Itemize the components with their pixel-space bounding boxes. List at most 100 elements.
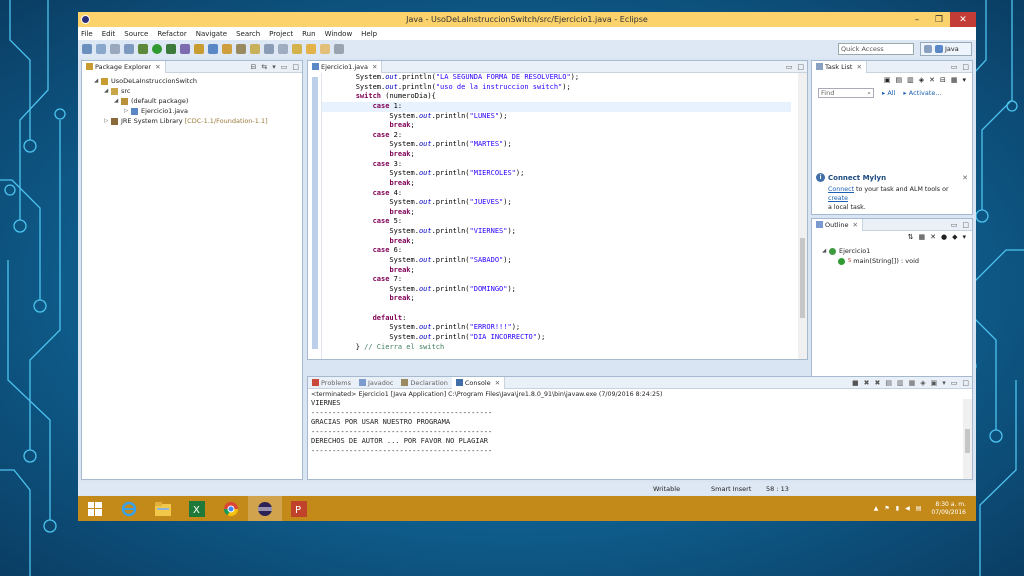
tab-problems[interactable]: Problems [308,377,355,389]
volume-icon[interactable]: ◀ [905,505,910,512]
new-task-icon[interactable]: ▣ [884,76,891,84]
maximize-icon[interactable]: □ [797,63,804,71]
scroll-lock-icon[interactable]: ▥ [897,379,904,387]
flag-icon[interactable]: ⚑ [884,505,889,512]
close-icon[interactable]: ✕ [856,63,861,71]
new-package-icon[interactable] [194,44,204,54]
console-output[interactable]: VIERNES ---------------------------------… [308,399,972,456]
keyboard-icon[interactable]: ▤ [916,505,922,512]
collapse-all-icon[interactable]: ⊟ [940,76,946,84]
tree-item[interactable]: ▷ Ejercicio1.java [84,106,300,116]
remove-launch-icon[interactable]: ✖ [864,379,870,387]
word-wrap-icon[interactable]: ▦ [909,379,916,387]
maximize-icon[interactable]: □ [962,221,969,229]
hide-nonpublic-icon[interactable]: ● [941,233,947,241]
chrome-button[interactable] [214,496,248,521]
close-icon[interactable]: ✕ [155,63,160,71]
console-scroll-thumb[interactable] [965,429,970,453]
minimize-icon[interactable]: ▭ [951,379,958,387]
view-menu-icon[interactable]: ▾ [962,233,966,241]
menu-file[interactable]: File [81,30,93,38]
sort-icon[interactable]: ⇅ [908,233,914,241]
close-icon[interactable]: ✕ [962,174,968,182]
menu-run[interactable]: Run [302,30,315,38]
hide-fields-icon[interactable]: ▦ [918,233,925,241]
all-filter-link[interactable]: ▸ All [882,89,895,97]
open-perspective-icon[interactable] [924,45,932,53]
toggle-mark-icon[interactable] [264,44,274,54]
pin-editor-icon[interactable] [334,44,344,54]
tab-console[interactable]: Console ✕ [451,376,506,389]
scheduled-icon[interactable]: ▥ [907,76,914,84]
debug-icon[interactable] [138,44,148,54]
tab-outline[interactable]: Outline ✕ [812,218,863,231]
save-icon[interactable] [96,44,106,54]
expand-icon[interactable]: ◢ [94,78,101,84]
tree-item[interactable]: ◢ UsoDeLaInstruccionSwitch [84,76,300,86]
categorized-icon[interactable]: ▤ [895,76,902,84]
tab-javadoc[interactable]: Javadoc [355,377,397,389]
open-type-icon[interactable] [222,44,232,54]
tree-item[interactable]: ◢ src [84,86,300,96]
connect-link[interactable]: Connect [828,186,854,193]
internet-explorer-button[interactable] [112,496,146,521]
menu-source[interactable]: Source [124,30,148,38]
tab-ejercicio1-java[interactable]: Ejercicio1.java ✕ [308,60,383,73]
sync-icon[interactable]: ▦ [951,76,958,84]
minimize-icon[interactable]: ▭ [951,221,958,229]
maximize-icon[interactable]: □ [962,379,969,387]
hide-completed-icon[interactable]: ✕ [929,76,935,84]
excel-button[interactable]: X [180,496,214,521]
new-java-project-icon[interactable] [180,44,190,54]
close-icon[interactable]: ✕ [853,221,858,229]
expand-icon[interactable]: ▷ [124,108,131,114]
insert-mode-status[interactable]: Smart Insert [711,485,751,493]
java-perspective-button[interactable]: Java [920,42,972,56]
minimize-icon[interactable]: ▭ [786,63,793,71]
minimize-icon[interactable]: ▭ [951,63,958,71]
run-icon[interactable] [152,44,162,54]
maximize-icon[interactable]: □ [962,63,969,71]
view-menu-icon[interactable]: ▾ [962,76,966,84]
remove-all-icon[interactable]: ✖ [874,379,880,387]
annotation-icon[interactable] [250,44,260,54]
console-icon[interactable] [124,44,134,54]
maximize-icon[interactable]: □ [292,63,299,71]
menu-edit[interactable]: Edit [102,30,116,38]
create-link[interactable]: create [828,195,848,202]
print-icon[interactable] [110,44,120,54]
tab-package-explorer[interactable]: Package Explorer ✕ [82,60,166,73]
link-editor-icon[interactable]: ⇆ [261,63,267,71]
pin-console-icon[interactable]: ◈ [920,379,925,387]
expand-icon[interactable]: ▷ [104,118,111,124]
expand-icon[interactable]: ◢ [822,248,829,254]
terminate-icon[interactable]: ■ [852,379,859,387]
hide-static-icon[interactable]: ✕ [930,233,936,241]
focus-icon[interactable]: ◈ [919,76,924,84]
clear-console-icon[interactable]: ▤ [885,379,892,387]
close-icon[interactable]: ✕ [372,63,377,71]
pin-icon[interactable] [292,44,302,54]
minimize-icon[interactable]: ▭ [281,63,288,71]
display-console-icon[interactable]: ▣ [931,379,938,387]
search-icon[interactable] [236,44,246,54]
forward-arrow-icon[interactable] [320,44,330,54]
clock[interactable]: 8:30 a. m. 07/09/2016 [931,501,966,517]
menu-refactor[interactable]: Refactor [157,30,186,38]
file-explorer-button[interactable] [146,496,180,521]
tab-declaration[interactable]: Declaration [397,377,451,389]
menu-navigate[interactable]: Navigate [196,30,227,38]
eclipse-button[interactable] [248,496,282,521]
collapse-all-icon[interactable]: ⊟ [250,63,256,71]
menu-search[interactable]: Search [236,30,260,38]
editor-scroll-thumb[interactable] [800,238,805,318]
code-area[interactable]: System.out.println("LA SEGUNDA FORMA DE … [322,73,791,359]
menu-help[interactable]: Help [361,30,377,38]
close-icon[interactable]: ✕ [495,379,500,387]
tab-task-list[interactable]: Task List ✕ [812,60,867,73]
start-button[interactable] [78,496,112,521]
open-console-icon[interactable]: ▾ [942,379,946,387]
expand-icon[interactable]: ◢ [104,88,111,94]
outline-method-node[interactable]: S main(String[]) : void [814,256,970,266]
new-icon[interactable] [82,44,92,54]
